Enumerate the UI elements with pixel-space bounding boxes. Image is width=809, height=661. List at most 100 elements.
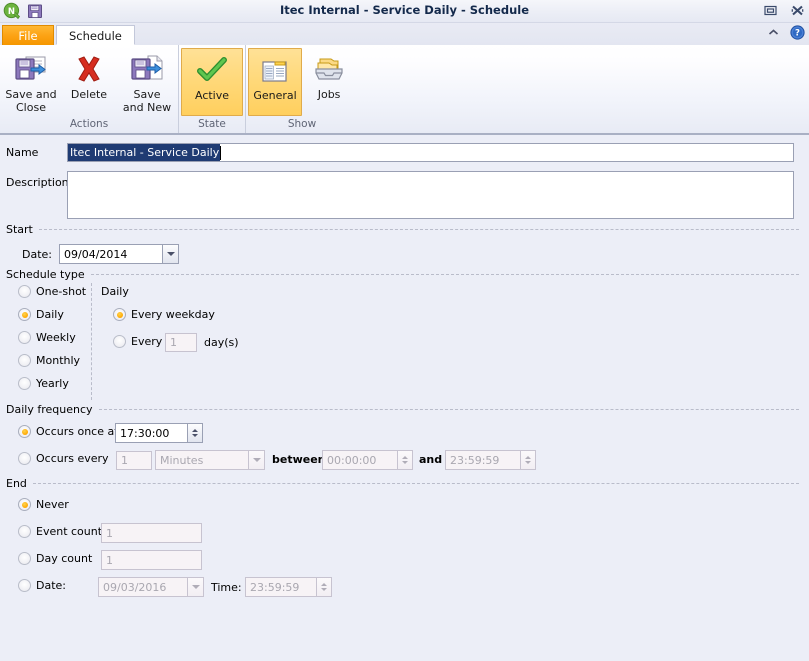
chevron-down-icon <box>166 252 175 256</box>
end-event-count-radio[interactable]: Event count <box>18 525 102 538</box>
occurs-every-unit-combo[interactable]: Minutes <box>155 450 265 470</box>
end-never-radio[interactable]: Never <box>18 498 69 511</box>
group-daily-frequency-label: Daily frequency <box>6 403 93 416</box>
daily-every-weekday-radio[interactable]: Every weekday <box>113 308 215 321</box>
ribbon-group-state: Active State <box>178 45 245 133</box>
occurs-every-label: Occurs every <box>36 452 109 465</box>
name-input[interactable]: Itec Internal - Service Daily <box>67 143 794 162</box>
end-day-count-radio[interactable]: Day count <box>18 552 92 565</box>
daily-every-weekday-label: Every weekday <box>131 308 215 321</box>
occurs-once-time-value[interactable]: 17:30:00 <box>115 423 187 443</box>
active-label: Active <box>194 89 230 102</box>
tab-file[interactable]: File <box>2 25 54 45</box>
end-day-count-input[interactable]: 1 <box>101 550 202 570</box>
end-time-spin-buttons[interactable] <box>316 577 332 597</box>
and-time-value[interactable]: 23:59:59 <box>445 450 520 470</box>
and-time-spinner[interactable]: 23:59:59 <box>445 450 536 470</box>
group-end-rule <box>32 483 799 484</box>
save-and-close-button[interactable]: Save and Close <box>2 48 60 114</box>
checkmark-icon <box>197 54 227 88</box>
spinner-up-icon[interactable] <box>525 456 531 459</box>
schedule-type-daily[interactable]: Daily <box>18 308 64 321</box>
chevron-down-icon <box>191 585 200 589</box>
ribbon-tab-strip: File Schedule ? <box>0 23 809 45</box>
daily-every-n-days-radio[interactable]: Every <box>113 335 162 348</box>
spinner-down-icon[interactable] <box>321 588 327 591</box>
occurs-once-time-spin-buttons[interactable] <box>187 423 203 443</box>
spinner-up-icon[interactable] <box>321 583 327 586</box>
save-and-close-icon <box>14 53 48 87</box>
radio-dot <box>18 308 31 321</box>
ribbon: Save and Close Delete Save and New Actio… <box>0 45 809 135</box>
occurs-every-unit-dropdown-button[interactable] <box>248 450 265 470</box>
tab-schedule[interactable]: Schedule <box>56 25 135 45</box>
spinner-up-icon[interactable] <box>402 456 408 459</box>
delete-icon <box>73 53 105 87</box>
group-schedule-type-label: Schedule type <box>6 268 85 281</box>
between-time-spinner[interactable]: 00:00:00 <box>322 450 413 470</box>
and-label: and <box>419 453 443 466</box>
group-daily-frequency-rule <box>98 409 799 410</box>
start-date-value[interactable]: 09/04/2014 <box>59 244 162 264</box>
description-input[interactable] <box>67 171 794 219</box>
schedule-type-monthly-label: Monthly <box>36 354 81 367</box>
radio-dot <box>18 354 31 367</box>
active-toggle-button[interactable]: Active <box>181 48 243 116</box>
spinner-up-icon[interactable] <box>192 429 198 432</box>
schedule-type-daily-label: Daily <box>36 308 64 321</box>
start-date-combo[interactable]: 09/04/2014 <box>59 244 179 264</box>
end-event-count-input[interactable]: 1 <box>101 523 202 543</box>
show-general-button[interactable]: General <box>248 48 303 116</box>
end-date-value[interactable]: 09/03/2016 <box>98 577 187 597</box>
occurs-every-radio[interactable]: Occurs every <box>18 452 109 465</box>
description-row: Description <box>6 176 69 189</box>
radio-dot <box>18 498 31 511</box>
spinner-down-icon[interactable] <box>192 434 198 437</box>
collapse-ribbon-icon[interactable] <box>767 26 780 42</box>
daily-every-days-input[interactable]: 1 <box>165 333 197 352</box>
ribbon-help-area: ? <box>767 25 805 43</box>
start-date-dropdown-button[interactable] <box>162 244 179 264</box>
end-date-combo[interactable]: 09/03/2016 <box>98 577 204 597</box>
ribbon-group-show-label: Show <box>287 118 317 130</box>
radio-dot <box>18 377 31 390</box>
svg-text:?: ? <box>795 29 800 39</box>
occurs-every-interval-input[interactable]: 1 <box>116 451 152 470</box>
delete-label: Delete <box>70 88 108 101</box>
spinner-down-icon[interactable] <box>402 461 408 464</box>
end-event-count-label: Event count <box>36 525 103 538</box>
schedule-type-weekly-label: Weekly <box>36 331 76 344</box>
show-jobs-label: Jobs <box>317 88 341 101</box>
schedule-type-weekly[interactable]: Weekly <box>18 331 76 344</box>
restore-window-button[interactable] <box>763 3 778 18</box>
schedule-type-yearly[interactable]: Yearly <box>18 377 69 390</box>
occurs-once-time-spinner[interactable]: 17:30:00 <box>115 423 203 443</box>
radio-dot <box>18 525 31 538</box>
save-and-new-button[interactable]: Save and New <box>118 48 176 114</box>
radio-dot <box>113 308 126 321</box>
end-date-radio[interactable]: Date: <box>18 579 66 592</box>
end-time-value[interactable]: 23:59:59 <box>245 577 316 597</box>
end-date-dropdown-button[interactable] <box>187 577 204 597</box>
occurs-every-unit-value[interactable]: Minutes <box>155 450 248 470</box>
group-start-rule <box>38 229 799 230</box>
title-bar: N Itec Internal - Service Daily - Schedu… <box>0 0 809 23</box>
form-body: Name Itec Internal - Service Daily Descr… <box>0 135 809 661</box>
and-time-spin-buttons[interactable] <box>520 450 536 470</box>
delete-button[interactable]: Delete <box>60 48 118 102</box>
schedule-type-monthly[interactable]: Monthly <box>18 354 80 367</box>
text-caret <box>220 145 222 160</box>
show-jobs-button[interactable]: Jobs <box>302 48 356 102</box>
radio-dot <box>113 335 126 348</box>
name-row: Name <box>6 146 38 159</box>
spinner-down-icon[interactable] <box>525 461 531 464</box>
close-window-button[interactable] <box>790 3 805 18</box>
help-icon[interactable]: ? <box>790 25 805 43</box>
radio-dot <box>18 452 31 465</box>
occurs-once-radio[interactable]: Occurs once at <box>18 425 119 438</box>
between-time-spin-buttons[interactable] <box>397 450 413 470</box>
between-time-value[interactable]: 00:00:00 <box>322 450 397 470</box>
between-label: between <box>272 453 326 466</box>
schedule-type-one-shot[interactable]: One-shot <box>18 285 86 298</box>
end-time-spinner[interactable]: 23:59:59 <box>245 577 332 597</box>
